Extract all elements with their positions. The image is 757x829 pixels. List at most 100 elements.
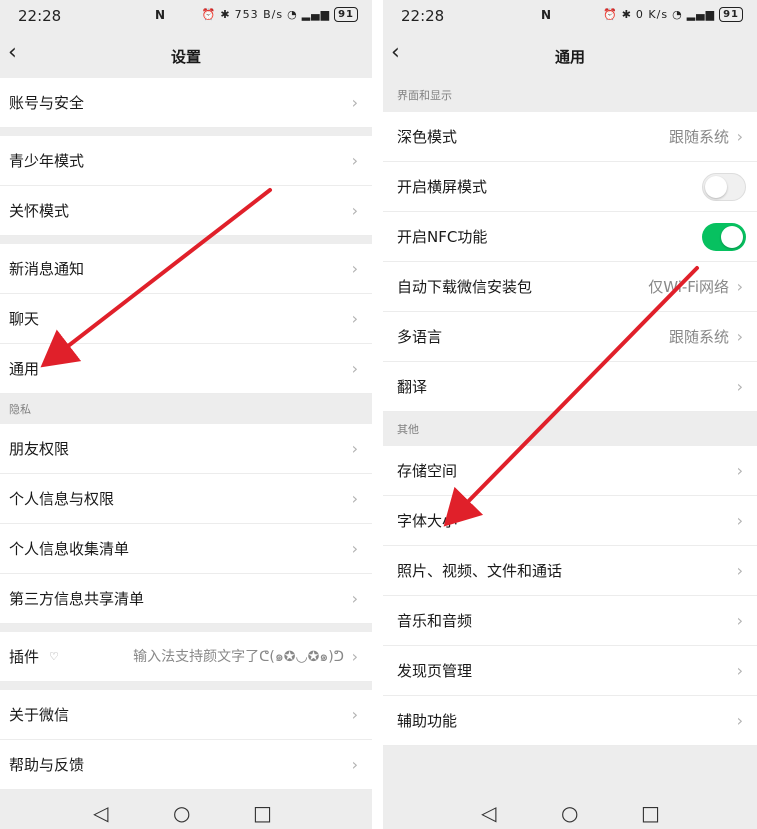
settings-item-info-collection[interactable]: 个人信息收集清单 › [0,524,372,574]
settings-item-label: 个人信息与权限 [9,490,115,508]
general-item-label: 自动下载微信安装包 [397,278,533,296]
system-nav-bar: ◁ ○ □ [383,795,757,829]
chevron-right-icon: › [736,661,743,680]
settings-item-label: 账号与安全 [9,94,85,112]
group-divider [0,236,372,244]
chevron-right-icon: › [736,127,743,146]
battery-icon: 91 [719,7,743,22]
settings-item-label: 个人信息收集清单 [9,540,130,558]
alarm-icon: ⏰ [201,8,217,21]
general-item-dark-mode[interactable]: 深色模式 跟随系统 › [383,112,757,162]
general-item-nfc: 开启NFC功能 [383,212,757,262]
group-divider [0,682,372,690]
settings-item-plugins[interactable]: 插件 ♡ 输入法支持颜文字了ᕦ(๑✪◡✪๑)ᕤ › [0,632,372,682]
status-bar: 22:28 N ⏰ ✱ 753 B/s ◔ ▂▄▆ 91 [0,0,372,32]
chevron-right-icon: › [736,327,743,346]
chevron-right-icon: › [351,359,358,378]
chevron-right-icon: › [351,647,358,666]
nav-recent-icon[interactable]: □ [641,801,660,825]
dark-mode-value: 跟随系统 [668,128,729,146]
settings-item-label: 朋友权限 [9,440,70,458]
chevron-right-icon: › [736,461,743,480]
nav-home-icon[interactable]: ○ [561,801,578,825]
settings-item-third-party-sharing[interactable]: 第三方信息共享清单 › [0,574,372,624]
general-item-music-audio[interactable]: 音乐和音频 › [383,596,757,646]
nfc-toggle[interactable] [702,222,746,251]
settings-item-general[interactable]: 通用 › [0,344,372,394]
general-item-label: 开启横屏模式 [397,178,488,196]
chevron-right-icon: › [736,511,743,530]
page-title: 通用 [554,48,585,66]
settings-item-chat[interactable]: 聊天 › [0,294,372,344]
general-item-label: 深色模式 [397,128,458,146]
settings-item-account-security[interactable]: 账号与安全 › [0,78,372,128]
chevron-right-icon: › [351,705,358,724]
signal-icon: ▂▄▆ [301,8,331,21]
battery-icon: 91 [334,7,358,22]
chevron-right-icon: › [351,589,358,608]
general-item-font-size[interactable]: 字体大小 › [383,496,757,546]
settings-item-about[interactable]: 关于微信 › [0,690,372,740]
wifi-icon: ◔ [672,8,683,21]
nav-recent-icon[interactable]: □ [253,801,272,825]
status-time: 22:28 [401,7,445,25]
general-item-label: 辅助功能 [397,712,458,730]
net-speed: 0 K/s [635,8,669,21]
bluetooth-icon: ✱ [220,8,231,21]
settings-item-friend-permissions[interactable]: 朋友权限 › [0,424,372,474]
landscape-toggle[interactable] [702,172,746,201]
general-item-storage[interactable]: 存储空间 › [383,446,757,496]
nav-home-icon[interactable]: ○ [173,801,190,825]
page-title: 设置 [170,48,201,66]
section-header-other: 其他 [397,423,419,436]
chevron-right-icon: › [736,711,743,730]
general-item-label: 音乐和音频 [397,612,473,630]
group-divider [0,624,372,632]
settings-item-personal-info[interactable]: 个人信息与权限 › [0,474,372,524]
general-item-label: 翻译 [397,378,428,396]
chevron-right-icon: › [351,539,358,558]
settings-item-notifications[interactable]: 新消息通知 › [0,244,372,294]
settings-item-label: 插件 [9,648,40,666]
general-item-accessibility[interactable]: 辅助功能 › [383,696,757,746]
chevron-right-icon: › [736,561,743,580]
toggle-knob [705,175,727,198]
chevron-right-icon: › [351,489,358,508]
nav-back-icon[interactable]: ◁ [93,801,108,825]
general-item-media-calls[interactable]: 照片、视频、文件和通话 › [383,546,757,596]
status-icons: ⏰ ✱ 753 B/s ◔ ▂▄▆ 91 [202,7,358,22]
settings-item-label: 关怀模式 [9,202,70,220]
signal-icon: ▂▄▆ [686,8,716,21]
title-bar: ‹ 设置 [0,32,372,78]
system-nav-bar: ◁ ○ □ [0,795,372,829]
general-item-auto-download[interactable]: 自动下载微信安装包 仅Wi-Fi网络 › [383,262,757,312]
general-item-discover-management[interactable]: 发现页管理 › [383,646,757,696]
general-item-label: 多语言 [397,328,443,346]
chevron-right-icon: › [351,309,358,328]
chevron-right-icon: › [736,611,743,630]
general-item-translate[interactable]: 翻译 › [383,362,757,412]
wifi-icon: ◔ [287,8,298,21]
settings-item-care-mode[interactable]: 关怀模式 › [0,186,372,236]
general-item-language[interactable]: 多语言 跟随系统 › [383,312,757,362]
settings-item-label: 第三方信息共享清单 [9,590,145,608]
status-bar: 22:28 N ⏰ ✱ 0 K/s ◔ ▂▄▆ 91 [383,0,757,32]
chevron-right-icon: › [351,201,358,220]
general-item-label: 存储空间 [397,462,458,480]
nav-back-icon[interactable]: ◁ [481,801,496,825]
nfc-icon: N [155,8,166,22]
general-item-label: 照片、视频、文件和通话 [397,562,563,580]
group-divider [0,128,372,136]
general-item-label: 发现页管理 [397,662,473,680]
title-bar: ‹ 通用 [383,32,757,78]
settings-item-teen-mode[interactable]: 青少年模式 › [0,136,372,186]
plugins-value: 输入法支持颜文字了ᕦ(๑✪◡✪๑)ᕤ [133,648,344,665]
section-header-privacy: 隐私 [9,403,31,416]
general-item-label: 字体大小 [397,512,458,530]
toggle-knob [721,225,743,248]
chevron-right-icon: › [351,259,358,278]
chevron-right-icon: › [736,377,743,396]
general-item-label: 开启NFC功能 [397,228,488,246]
settings-item-help-feedback[interactable]: 帮助与反馈 › [0,740,372,790]
status-time: 22:28 [18,7,62,25]
